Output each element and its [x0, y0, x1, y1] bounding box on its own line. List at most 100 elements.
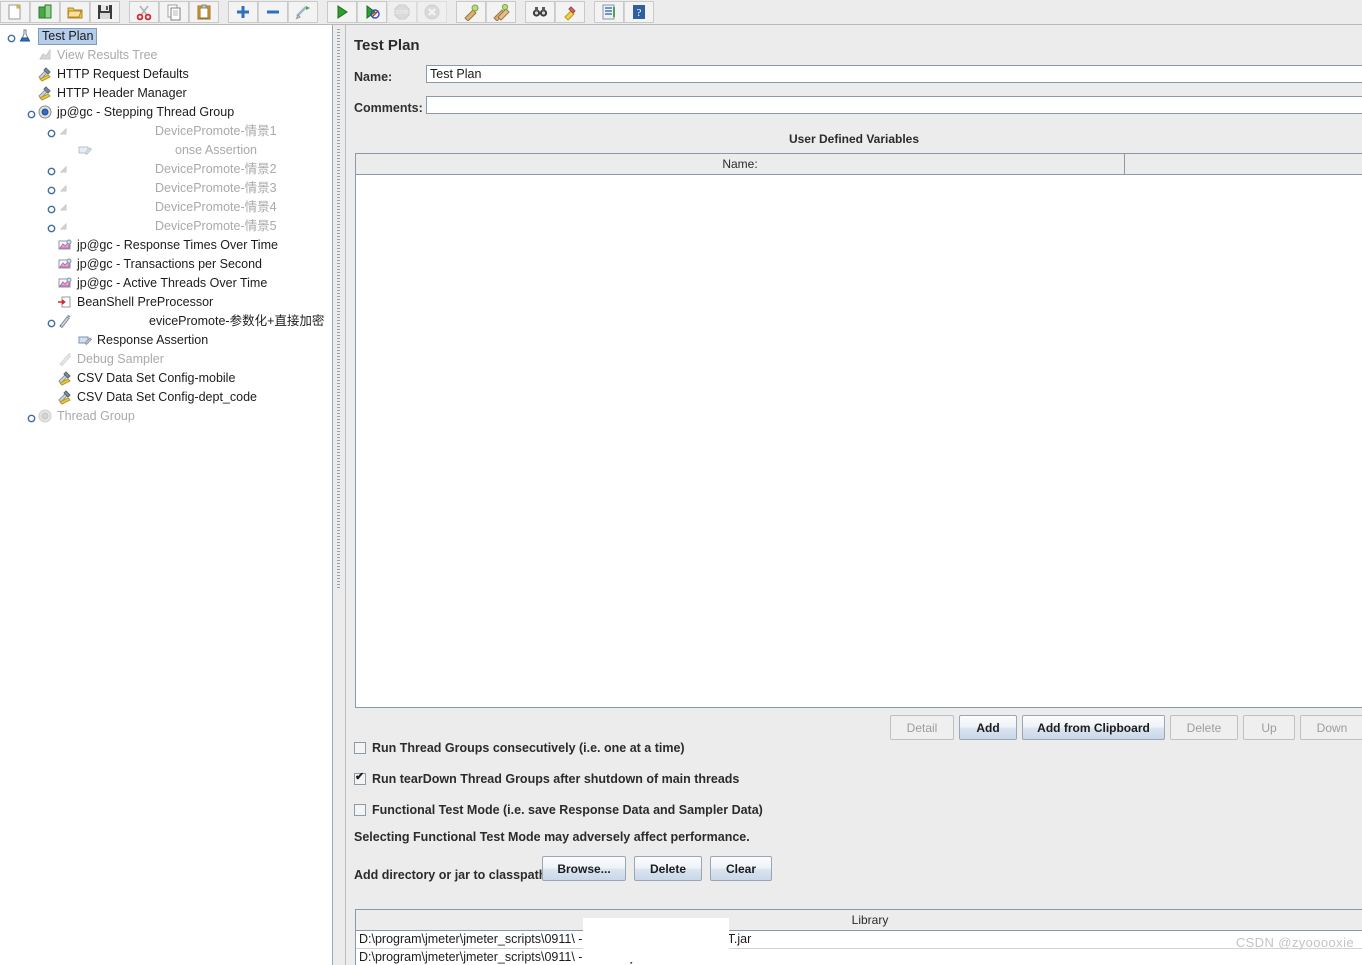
save-icon[interactable]	[90, 1, 120, 23]
tree-item-label: Test Plan	[38, 28, 98, 45]
tree-item-label: DevicePromote-情景2	[155, 162, 277, 176]
tree-toggle-handle-icon[interactable]	[46, 126, 57, 138]
tree-item-label: DevicePromote-情景3	[155, 181, 277, 195]
tree-item-label: DevicePromote-情景5	[155, 219, 277, 233]
templates-icon[interactable]	[30, 1, 60, 23]
toolbar-group-clear	[456, 1, 516, 23]
checkbox-row[interactable]: Functional Test Mode (i.e. save Response…	[354, 803, 763, 817]
user-defined-variables-table[interactable]: Name:	[355, 153, 1362, 708]
tree-item[interactable]: HTTP Request Defaults	[0, 65, 332, 84]
tree-item-label: CSV Data Set Config-mobile	[77, 371, 236, 385]
checkbox-label: Run tearDown Thread Groups after shutdow…	[372, 772, 740, 786]
column-header-value[interactable]	[1125, 154, 1362, 174]
split-pane-divider[interactable]	[333, 25, 346, 965]
help-icon[interactable]: ?	[624, 1, 654, 23]
tree-item[interactable]: DevicePromote-情景2	[0, 160, 332, 179]
tree-item[interactable]: Thread Group	[0, 407, 332, 426]
tree-toggle-handle-icon[interactable]	[26, 411, 37, 423]
clear-all-icon[interactable]	[486, 1, 516, 23]
tree-item[interactable]: jp@gc - Transactions per Second	[0, 255, 332, 274]
sampler-icon	[57, 161, 74, 178]
library-column-header[interactable]: Library	[356, 910, 1362, 931]
function-helper-icon[interactable]	[594, 1, 624, 23]
config-icon	[57, 370, 74, 387]
expand-all-icon[interactable]	[228, 1, 258, 23]
tree-item[interactable]: Test Plan	[0, 27, 332, 46]
tree-toggle-handle-icon[interactable]	[46, 221, 57, 233]
tree-item[interactable]: Debug Sampler	[0, 350, 332, 369]
tree-toggle-handle-icon[interactable]	[26, 107, 37, 119]
tree-item[interactable]: onse Assertion	[0, 141, 332, 160]
delete-button: Delete	[1170, 715, 1238, 740]
toolbar-separator-5	[516, 1, 525, 23]
checkbox-indicator[interactable]	[354, 771, 366, 785]
clear-icon[interactable]	[456, 1, 486, 23]
checkbox-row[interactable]: Run tearDown Thread Groups after shutdow…	[354, 771, 740, 786]
clear-button[interactable]: Clear	[710, 856, 772, 881]
library-rows[interactable]: D:\program\jmeter\jmeter_scripts\0911\ -…	[356, 931, 1362, 965]
tree-item-label: Response Assertion	[97, 333, 209, 347]
down-button: Down	[1300, 715, 1362, 740]
tree-item-label: jp@gc - Stepping Thread Group	[57, 105, 235, 119]
start-icon[interactable]	[327, 1, 357, 23]
toolbar-group-tree	[228, 1, 318, 23]
tree-item[interactable]: jp@gc - Stepping Thread Group	[0, 103, 332, 122]
search-icon[interactable]	[525, 1, 555, 23]
comments-input[interactable]	[426, 96, 1362, 114]
redaction-overlay	[583, 918, 729, 962]
library-row[interactable]: D:\program\jmeter\jmeter_scripts\0911\ -…	[356, 949, 1362, 965]
stop-icon: STOP	[387, 1, 417, 23]
tree-item[interactable]: HTTP Header Manager	[0, 84, 332, 103]
tree-toggle-handle-icon[interactable]	[46, 183, 57, 195]
test-plan-tree-panel[interactable]: Test Plan View Results Tree HTTP Request D…	[0, 25, 333, 965]
tree-item[interactable]: DevicePromote-情景4	[0, 198, 332, 217]
tree-toggle-handle-icon[interactable]	[46, 164, 57, 176]
paste-icon[interactable]	[189, 1, 219, 23]
tree-item[interactable]: View Results Tree	[0, 46, 332, 65]
open-icon[interactable]	[60, 1, 90, 23]
up-button: Up	[1243, 715, 1295, 740]
checkbox-indicator[interactable]	[354, 742, 366, 754]
tree-item[interactable]: DevicePromote-情景1	[0, 122, 332, 141]
table-body[interactable]	[356, 175, 1362, 707]
checkbox-indicator[interactable]	[354, 804, 366, 816]
tree-item[interactable]: jp@gc - Active Threads Over Time	[0, 274, 332, 293]
copy-icon[interactable]	[159, 1, 189, 23]
tree-item[interactable]: Response Assertion	[0, 331, 332, 350]
browse-button[interactable]: Browse...	[542, 856, 626, 881]
start-no-pauses-icon[interactable]	[357, 1, 387, 23]
cut-icon[interactable]	[129, 1, 159, 23]
tree-item[interactable]: DevicePromote-情景3	[0, 179, 332, 198]
toolbar-group-edit	[129, 1, 219, 23]
config-icon	[57, 389, 74, 406]
tree-toggle-handle-icon[interactable]	[6, 31, 17, 43]
delete-button[interactable]: Delete	[634, 856, 702, 881]
toggle-icon[interactable]	[288, 1, 318, 23]
tree-item-label: HTTP Header Manager	[57, 86, 187, 100]
collapse-all-icon[interactable]	[258, 1, 288, 23]
checkbox-row[interactable]: Run Thread Groups consecutively (i.e. on…	[354, 741, 685, 755]
tree-item[interactable]: evicePromote-参数化+直接加密	[0, 312, 332, 331]
column-header-name[interactable]: Name:	[356, 154, 1126, 174]
tree-item[interactable]: CSV Data Set Config-dept_code	[0, 388, 332, 407]
tree-toggle-handle-icon[interactable]	[46, 316, 57, 328]
name-input[interactable]	[426, 65, 1362, 83]
reset-search-icon[interactable]	[555, 1, 585, 23]
test-plan-tree[interactable]: Test Plan View Results Tree HTTP Request D…	[0, 25, 332, 426]
new-icon[interactable]	[0, 1, 30, 23]
add-button[interactable]: Add	[959, 715, 1017, 740]
tree-item[interactable]: DevicePromote-情景5	[0, 217, 332, 236]
tree-item[interactable]: CSV Data Set Config-mobile	[0, 369, 332, 388]
tree-toggle-handle-icon[interactable]	[46, 202, 57, 214]
library-row[interactable]: D:\program\jmeter\jmeter_scripts\0911\ -…	[356, 931, 1362, 949]
classpath-library-table[interactable]: Library D:\program\jmeter\jmeter_scripts…	[355, 909, 1362, 965]
sampler-icon	[57, 199, 74, 216]
tree-item[interactable]: jp@gc - Response Times Over Time	[0, 236, 332, 255]
tree-item[interactable]: BeanShell PreProcessor	[0, 293, 332, 312]
add-from-clipboard-button[interactable]: Add from Clipboard	[1022, 715, 1165, 740]
page-title: Test Plan	[354, 37, 420, 54]
